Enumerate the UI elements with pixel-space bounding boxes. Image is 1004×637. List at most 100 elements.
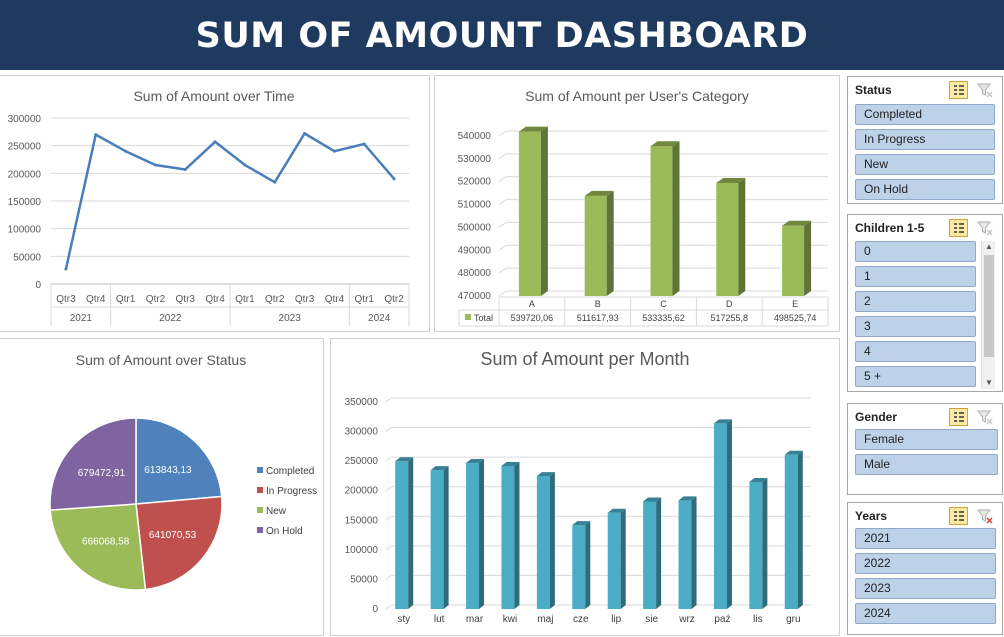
slice-label: 666068,58 (82, 536, 130, 547)
gridline (498, 199, 507, 205)
data-point (124, 149, 128, 153)
gender-slicer-item[interactable]: Male (855, 454, 998, 475)
slice-label: 641070,53 (149, 530, 197, 541)
gridline (385, 397, 392, 403)
clear-filter-icon[interactable] (975, 507, 994, 525)
children-slicer-title: Children 1-5 (855, 221, 925, 235)
multi-select-icon[interactable] (949, 219, 968, 237)
children-slicer-item[interactable]: 0 (855, 241, 976, 262)
children-slicer-item[interactable]: 5 + (855, 366, 976, 387)
status-slicer-title: Status (855, 83, 892, 97)
years-slicer-item[interactable]: 2024 (855, 603, 996, 624)
month-label: lis (753, 614, 762, 625)
bar-side (514, 462, 520, 609)
bar-side (797, 450, 803, 609)
y-tick-label: 100000 (8, 225, 42, 236)
month-label: wrz (678, 614, 695, 625)
bar-front (713, 423, 727, 609)
legend-label: New (266, 506, 287, 517)
year-label: 2023 (279, 313, 302, 324)
y-tick-label: 350000 (345, 397, 379, 408)
bar-side (762, 477, 768, 609)
scroll-thumb[interactable] (984, 255, 994, 357)
status-chart-panel[interactable]: Sum of Amount over Status 613843,13 64107… (0, 338, 324, 636)
clear-filter-icon[interactable] (975, 219, 994, 237)
month-label: cze (573, 614, 589, 625)
y-tick-label: 50000 (350, 574, 378, 585)
bar-side (672, 141, 680, 296)
year-label: 2022 (159, 313, 182, 324)
years-slicer-item[interactable]: 2022 (855, 553, 996, 574)
gender-slicer: Gender Female Male (847, 403, 1003, 495)
pie-slice (135, 495, 223, 591)
status-chart: 613843,13 641070,53 666068,58 679472,91 Comp… (49, 417, 317, 591)
bar-side (408, 457, 414, 609)
multi-select-icon[interactable] (949, 507, 968, 525)
data-point (362, 142, 366, 146)
scroll-down-icon[interactable]: ▼ (982, 377, 996, 389)
bar (584, 190, 614, 296)
y-tick-label: 200000 (8, 169, 42, 180)
clear-filter-icon[interactable] (975, 81, 994, 99)
children-slicer-item[interactable]: 3 (855, 316, 976, 337)
value-label: 511617,93 (577, 313, 619, 323)
multi-select-icon[interactable] (949, 81, 968, 99)
data-point (303, 131, 307, 135)
bar (716, 177, 746, 296)
category-chart-panel[interactable]: Sum of Amount per User's Category 540000… (434, 75, 840, 332)
years-slicer-item[interactable]: 2021 (855, 528, 996, 549)
bar-front (518, 131, 541, 296)
year-label: 2024 (368, 313, 391, 324)
data-point (213, 140, 217, 144)
gridline (385, 427, 392, 432)
time-chart-panel[interactable]: Sum of Amount over Time 300000 250000 2000… (0, 75, 430, 332)
status-slicer-item[interactable]: New (855, 154, 995, 175)
pie-slice (49, 417, 137, 511)
legend-label: In Progress (266, 486, 317, 497)
data-point (153, 163, 157, 167)
category-label: C (660, 299, 667, 309)
status-slicer-item[interactable]: In Progress (855, 129, 995, 150)
bar-side (691, 496, 697, 609)
bar-side (479, 459, 485, 609)
bar-front (572, 525, 586, 609)
quarter-label: Qtr3 (56, 294, 76, 305)
month-label: gru (786, 614, 800, 625)
children-slicer-item[interactable]: 4 (855, 341, 976, 362)
y-tick-label: 480000 (458, 268, 492, 279)
status-slicer-item[interactable]: On Hold (855, 179, 995, 200)
bar-side (540, 126, 548, 296)
bar (536, 472, 555, 609)
gender-slicer-item[interactable]: Female (855, 429, 998, 450)
y-tick-label: 0 (35, 280, 41, 291)
clear-filter-icon[interactable] (975, 408, 994, 426)
bar-side (585, 521, 591, 609)
year-label: 2021 (70, 313, 93, 324)
y-tick-label: 490000 (458, 245, 492, 256)
years-slicer-item[interactable]: 2023 (855, 578, 996, 599)
y-tick-label: 500000 (458, 222, 492, 233)
y-tick-label: 470000 (458, 291, 492, 302)
bar (607, 508, 626, 609)
quarter-label: Qtr3 (176, 294, 196, 305)
bar (466, 459, 485, 609)
gridline (385, 575, 392, 580)
month-label: paź (714, 614, 730, 625)
children-slicer-item[interactable]: 2 (855, 291, 976, 312)
slice-label: 679472,91 (78, 468, 126, 479)
gridline (498, 290, 507, 297)
multi-select-icon[interactable] (949, 408, 968, 426)
scroll-up-icon[interactable]: ▲ (982, 241, 996, 253)
bar-front (643, 501, 657, 609)
y-tick-label: 150000 (345, 515, 379, 526)
month-chart-panel[interactable]: Sum of Amount per Month 350000 300000 2500… (330, 338, 840, 636)
dashboard-title: SUM OF AMOUNT DASHBOARD (195, 16, 809, 56)
value-label: 498525,74 (774, 313, 817, 323)
bar-side (606, 190, 614, 296)
children-slicer-scrollbar[interactable]: ▲ ▼ (981, 241, 995, 389)
status-slicer-item[interactable]: Completed (855, 104, 995, 125)
legend-label: Completed (266, 466, 314, 477)
data-point (183, 167, 187, 171)
month-label: maj (537, 614, 553, 625)
children-slicer-item[interactable]: 1 (855, 266, 976, 287)
